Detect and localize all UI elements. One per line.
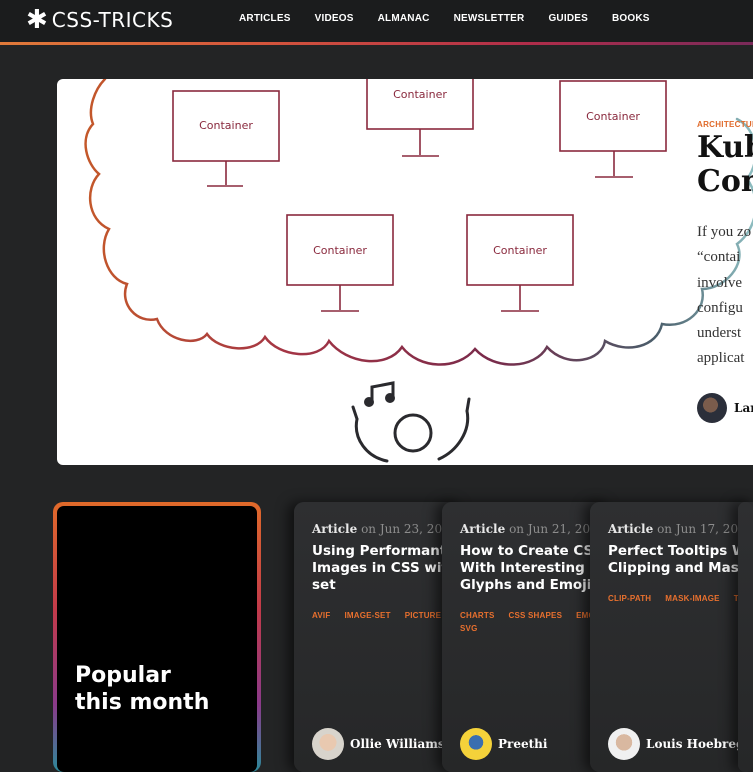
card-meta: Article on Jun 21, 20	[460, 522, 590, 536]
tag-link[interactable]: CLIP-PATH	[608, 594, 651, 603]
article-card[interactable]: Article on Jun 23, 20 Using Performant I…	[294, 502, 466, 772]
hero-excerpt-line: configu	[697, 299, 743, 316]
hero-title-line: Kub	[697, 130, 753, 165]
tag-link[interactable]: AVIF	[312, 611, 330, 620]
hero-excerpt-line: involve	[697, 274, 742, 291]
card-author-name: Ollie Williams	[350, 737, 445, 751]
nav-almanac[interactable]: ALMANAC	[378, 13, 430, 24]
site-logo[interactable]: ✱ CSS-TRICKS	[26, 7, 173, 33]
hero-excerpt-line: “contai	[697, 249, 741, 266]
card-title[interactable]: Perfect Tooltips W Clipping and Mask	[608, 543, 753, 577]
tag-link[interactable]: SVG	[460, 624, 478, 633]
card-author[interactable]: Ollie Williams	[312, 728, 445, 760]
tag-link[interactable]: MASK-IMAGE	[665, 594, 719, 603]
hero-title-line: Con	[697, 164, 753, 199]
avatar	[312, 728, 344, 760]
hero-author-name: Lar	[734, 401, 753, 415]
hero-excerpt: If you zo “contai involve configu unders…	[697, 220, 753, 372]
hero-excerpt-line: applicat	[697, 350, 745, 367]
container-label: Container	[393, 88, 447, 101]
hero-category[interactable]: ARCHITECTUR	[697, 120, 753, 129]
site-header: ✱ CSS-TRICKS ARTICLES VIDEOS ALMANAC NEW…	[0, 0, 753, 42]
container-label: Container	[586, 110, 640, 123]
tag-link[interactable]: IMAGE-SET	[344, 611, 390, 620]
card-meta: Article on Jun 17, 20	[608, 522, 738, 536]
logo-text: CSS-TRICKS	[51, 8, 174, 32]
hero-author[interactable]: Lar	[697, 393, 753, 423]
hero-illustration: Container Container Container Container …	[84, 79, 753, 463]
article-card[interactable]: Article on Jun 21, 20 How to Create CSS …	[442, 502, 614, 772]
card-author-name: Louis Hoebreg	[646, 737, 745, 751]
popular-title: Popular this month	[75, 663, 210, 715]
card-author-name: Preethi	[498, 737, 548, 751]
cloud-outline	[84, 79, 753, 366]
card-date: on Jun 21, 20	[509, 522, 591, 536]
card-meta: Article on Jun 23, 20	[312, 522, 442, 536]
avatar	[460, 728, 492, 760]
card-type: Article	[312, 522, 358, 536]
nav-books[interactable]: BOOKS	[612, 13, 650, 24]
card-type: Article	[608, 522, 654, 536]
container-monitor-2	[366, 79, 474, 130]
nav-newsletter[interactable]: NEWSLETTER	[454, 13, 525, 24]
card-author[interactable]: Preethi	[460, 728, 547, 760]
nav-articles[interactable]: ARTICLES	[239, 13, 291, 24]
container-label: Container	[199, 119, 253, 132]
card-author[interactable]: Louis Hoebreg	[608, 728, 744, 760]
hero-excerpt-line: If you zo	[697, 224, 752, 240]
card-type: Article	[460, 522, 506, 536]
tag-link[interactable]: CHARTS	[460, 611, 495, 620]
asterisk-star-icon: ✱	[26, 5, 48, 35]
card-tags: CLIP-PATH MASK-IMAGE TO	[608, 594, 753, 607]
main-nav: ARTICLES VIDEOS ALMANAC NEWSLETTER GUIDE…	[239, 13, 674, 24]
tag-link[interactable]: CSS SHAPES	[509, 611, 563, 620]
featured-article[interactable]: Container Container Container Container …	[57, 79, 753, 465]
hero-excerpt-line: underst	[697, 325, 742, 342]
header-gradient-divider	[0, 42, 753, 45]
avatar	[697, 393, 727, 423]
article-card[interactable]: Article on Jun 17, 20 Perfect Tooltips W…	[590, 502, 753, 772]
card-date: on Jun 17, 20	[657, 522, 739, 536]
nav-videos[interactable]: VIDEOS	[315, 13, 354, 24]
popular-card-inner: Popular this month	[57, 506, 257, 772]
container-label: Container	[493, 244, 547, 257]
container-label: Container	[313, 244, 367, 257]
nav-guides[interactable]: GUIDES	[548, 13, 588, 24]
article-card-peek[interactable]	[738, 502, 753, 772]
person-illustration	[351, 381, 471, 463]
card-date: on Jun 23, 20	[361, 522, 443, 536]
popular-this-month-card: Popular this month	[53, 502, 261, 772]
tag-link[interactable]: PICTURE	[405, 611, 442, 620]
avatar	[608, 728, 640, 760]
hero-title[interactable]: Kub Con	[697, 131, 753, 199]
